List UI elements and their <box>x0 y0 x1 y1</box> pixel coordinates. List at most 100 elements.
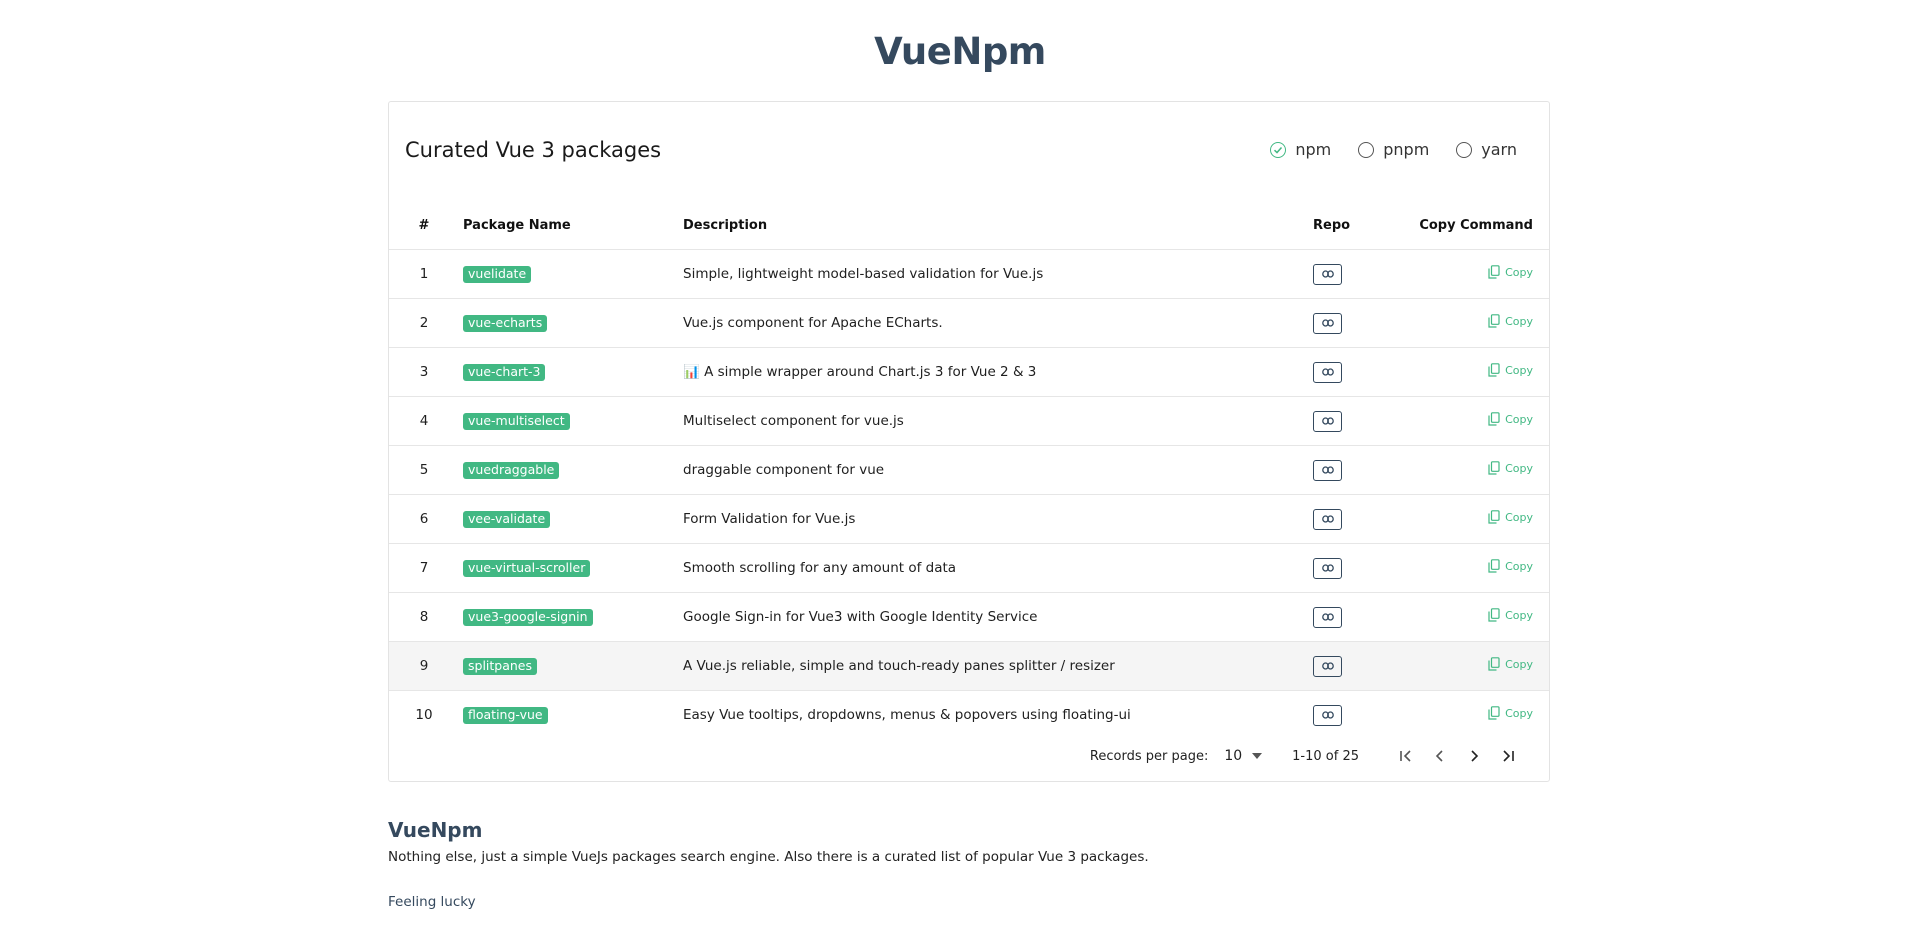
link-icon <box>1321 662 1334 670</box>
radio-circle-icon <box>1456 141 1473 158</box>
repo-link-button[interactable] <box>1313 459 1342 481</box>
copy-command-button[interactable]: Copy <box>1488 559 1533 573</box>
row-number: 10 <box>389 690 463 739</box>
package-name-cell: splitpanes <box>463 641 683 691</box>
copy-cell: Copy <box>1413 592 1549 642</box>
page-title: VueNpm <box>874 30 1046 73</box>
package-name-cell: vue-chart-3 <box>463 347 683 397</box>
package-name-tag[interactable]: splitpanes <box>463 657 538 675</box>
radio-npm[interactable]: npm <box>1270 140 1331 159</box>
row-number: 8 <box>389 592 463 642</box>
col-header-copy: Copy Command <box>1419 217 1533 233</box>
table-row: 6 vee-validate Form Validation for Vue.js C… <box>389 494 1549 544</box>
package-description: draggable component for vue <box>683 445 1313 495</box>
radio-yarn[interactable]: yarn <box>1456 140 1517 159</box>
copy-icon <box>1488 657 1500 671</box>
records-per-page-select[interactable]: 10 <box>1224 748 1263 764</box>
prev-page-button[interactable] <box>1429 745 1451 767</box>
repo-link-button[interactable] <box>1313 312 1342 334</box>
row-number: 4 <box>389 396 463 446</box>
link-icon <box>1321 319 1334 327</box>
package-name-tag[interactable]: vue-echarts <box>463 314 548 332</box>
feeling-lucky-link[interactable]: Feeling lucky <box>388 894 476 910</box>
package-name-cell: vue-multiselect <box>463 396 683 446</box>
copy-cell: Copy <box>1413 298 1549 348</box>
packages-table: # Package Name Description Repo Copy Com… <box>389 201 1549 739</box>
footer-title: VueNpm <box>388 818 483 842</box>
copy-command-button[interactable]: Copy <box>1488 657 1533 671</box>
repo-cell <box>1313 347 1413 397</box>
radio-pnpm[interactable]: pnpm <box>1358 140 1429 159</box>
copy-label: Copy <box>1505 265 1533 279</box>
copy-label: Copy <box>1505 559 1533 573</box>
repo-cell <box>1313 592 1413 642</box>
link-icon <box>1321 613 1334 621</box>
copy-label: Copy <box>1505 706 1533 720</box>
copy-label: Copy <box>1505 314 1533 328</box>
package-description: Easy Vue tooltips, dropdowns, menus & po… <box>683 690 1313 739</box>
chevron-left-icon <box>1435 750 1443 762</box>
repo-link-button[interactable] <box>1313 508 1342 530</box>
package-manager-radio-group: npm pnpm yarn <box>1270 140 1517 159</box>
copy-command-button[interactable]: Copy <box>1488 314 1533 328</box>
repo-link-button[interactable] <box>1313 557 1342 579</box>
pagination-range: 1-10 of 25 <box>1292 748 1359 764</box>
copy-icon <box>1488 363 1500 377</box>
package-description: Multiselect component for vue.js <box>683 396 1313 446</box>
package-name-tag[interactable]: vee-validate <box>463 510 551 528</box>
copy-command-button[interactable]: Copy <box>1488 265 1533 279</box>
copy-label: Copy <box>1505 363 1533 377</box>
copy-icon <box>1488 265 1500 279</box>
link-icon <box>1321 417 1334 425</box>
copy-command-button[interactable]: Copy <box>1488 706 1533 720</box>
repo-link-button[interactable] <box>1313 361 1342 383</box>
copy-command-button[interactable]: Copy <box>1488 461 1533 475</box>
link-icon <box>1321 270 1334 278</box>
radio-yarn-label: yarn <box>1481 140 1517 159</box>
package-name-cell: vue-virtual-scroller <box>463 543 683 593</box>
repo-cell <box>1313 445 1413 495</box>
link-icon <box>1321 466 1334 474</box>
copy-label: Copy <box>1505 608 1533 622</box>
link-icon <box>1321 564 1334 572</box>
repo-cell <box>1313 690 1413 739</box>
last-page-button[interactable] <box>1497 745 1519 767</box>
repo-link-button[interactable] <box>1313 410 1342 432</box>
copy-label: Copy <box>1505 510 1533 524</box>
copy-command-button[interactable]: Copy <box>1488 608 1533 622</box>
col-header-repo: Repo <box>1313 217 1351 233</box>
repo-cell <box>1313 396 1413 446</box>
last-page-icon <box>1503 750 1514 762</box>
repo-link-button[interactable] <box>1313 606 1342 628</box>
copy-cell: Copy <box>1413 494 1549 544</box>
copy-command-button[interactable]: Copy <box>1488 412 1533 426</box>
package-name-tag[interactable]: vue3-google-signin <box>463 608 593 626</box>
copy-command-button[interactable]: Copy <box>1488 510 1533 524</box>
radio-npm-label: npm <box>1295 140 1332 159</box>
package-name-tag[interactable]: vue-chart-3 <box>463 363 546 381</box>
package-name-tag[interactable]: floating-vue <box>463 706 548 724</box>
repo-link-button[interactable] <box>1313 704 1342 726</box>
copy-command-button[interactable]: Copy <box>1488 363 1533 377</box>
col-header-num[interactable]: # <box>389 201 463 250</box>
copy-label: Copy <box>1505 461 1533 475</box>
row-number: 2 <box>389 298 463 348</box>
col-header-name[interactable]: Package Name <box>463 201 683 250</box>
package-name-cell: vee-validate <box>463 494 683 544</box>
table-row: 8 vue3-google-signin Google Sign-in for Vu… <box>389 592 1549 642</box>
package-name-cell: vue3-google-signin <box>463 592 683 642</box>
package-name-tag[interactable]: vuelidate <box>463 265 532 283</box>
next-page-button[interactable] <box>1463 745 1485 767</box>
package-name-tag[interactable]: vuedraggable <box>463 461 560 479</box>
row-number: 6 <box>389 494 463 544</box>
first-page-button[interactable] <box>1395 745 1417 767</box>
row-number: 5 <box>389 445 463 495</box>
repo-link-button[interactable] <box>1313 655 1342 677</box>
package-name-tag[interactable]: vue-multiselect <box>463 412 570 430</box>
col-header-description[interactable]: Description <box>683 201 1313 250</box>
package-name-tag[interactable]: vue-virtual-scroller <box>463 559 591 577</box>
table-row: 4 vue-multiselect Multiselect component fo… <box>389 396 1549 446</box>
repo-link-button[interactable] <box>1313 263 1342 285</box>
copy-icon <box>1488 314 1500 328</box>
card-title: Curated Vue 3 packages <box>405 138 662 162</box>
